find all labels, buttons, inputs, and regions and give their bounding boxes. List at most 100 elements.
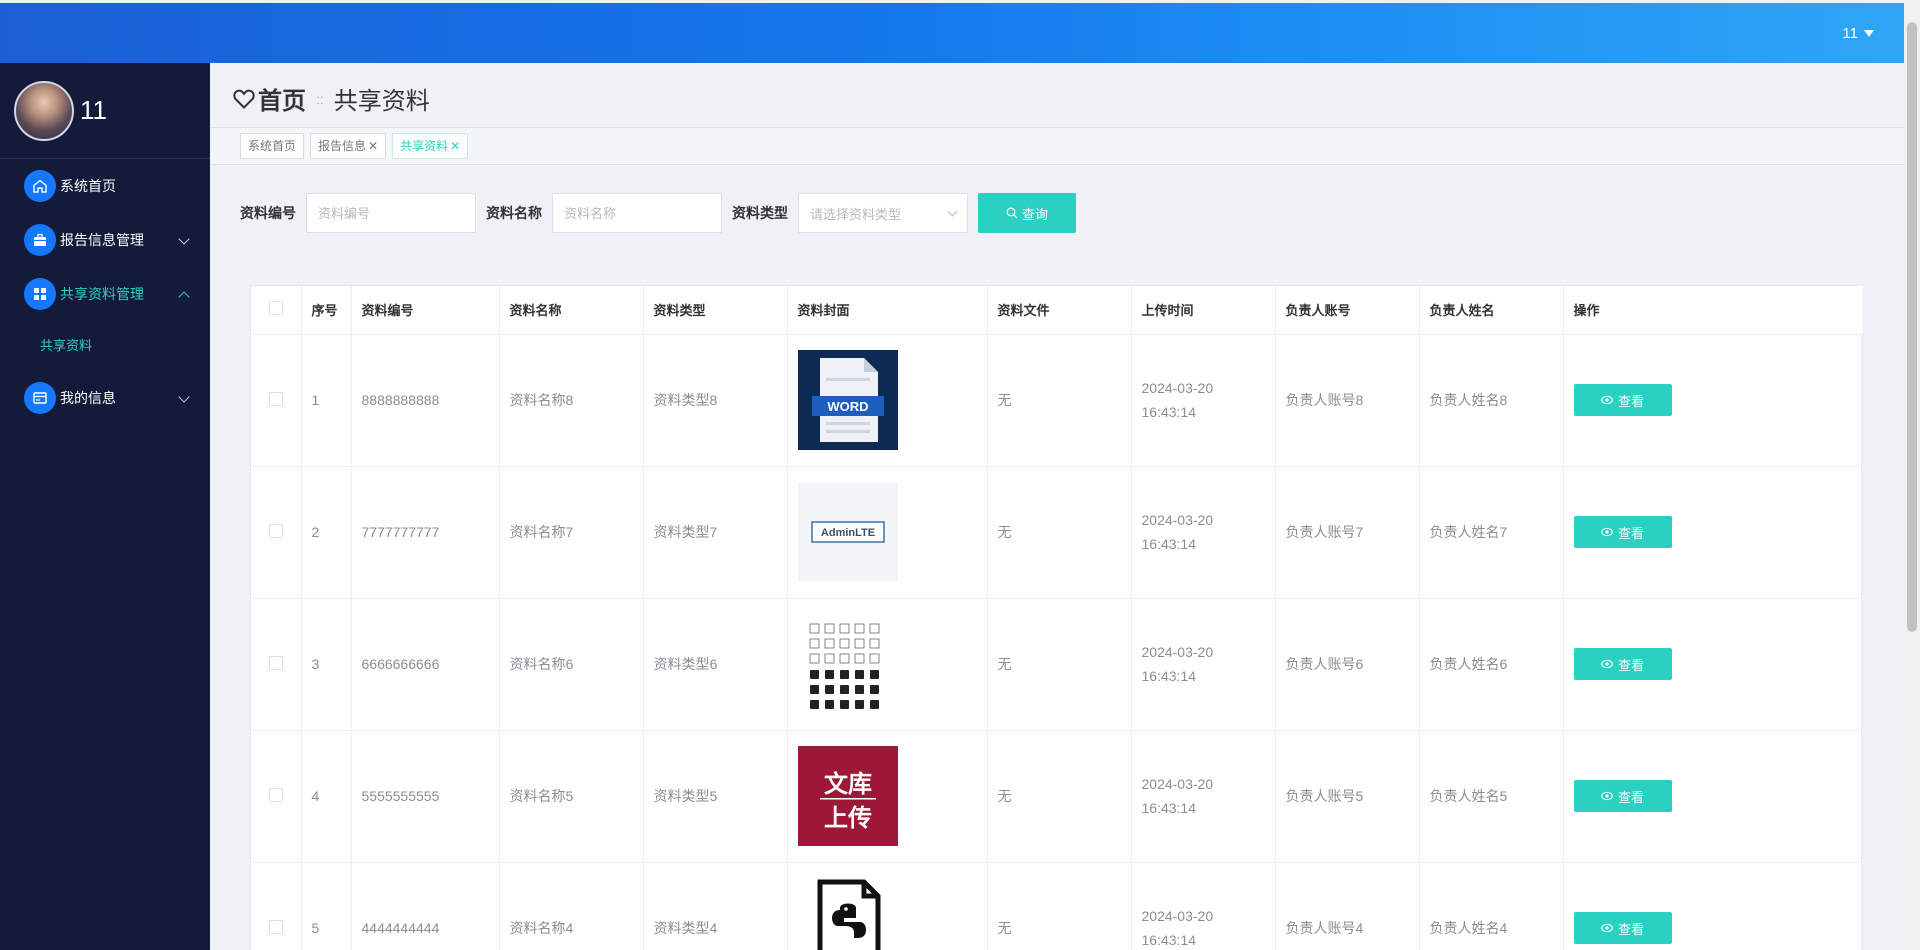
cell-file: 无 bbox=[987, 334, 1132, 467]
cell-file: 无 bbox=[987, 466, 1132, 599]
adminlte-cover-text: AdminLTE bbox=[820, 527, 874, 539]
page-scrollbar[interactable] bbox=[1904, 0, 1920, 950]
row-checkbox[interactable] bbox=[268, 523, 283, 538]
wenku-cover-image[interactable]: 文库 上传 bbox=[797, 746, 898, 846]
eye-icon bbox=[1601, 395, 1613, 405]
close-icon[interactable]: ✕ bbox=[450, 134, 460, 158]
cell-actions: 查看 bbox=[1563, 466, 1864, 599]
view-button-label: 查看 bbox=[1617, 657, 1644, 673]
chevron-down-icon bbox=[178, 233, 190, 245]
cell-time: 2024-03-20 16:43:14 bbox=[1131, 862, 1276, 950]
cell-time: 2024-03-20 16:43:14 bbox=[1131, 598, 1276, 731]
table-header-row: 序号 资料编号 资料名称 资料类型 资料封面 资料文件 上传时间 负责人账号 负… bbox=[251, 286, 1864, 335]
cell-file: 无 bbox=[987, 862, 1132, 950]
card-icon bbox=[24, 382, 56, 414]
header-cell: 资料名称 bbox=[499, 286, 644, 335]
cell-person: 负责人姓名8 bbox=[1419, 334, 1564, 467]
close-icon[interactable]: ✕ bbox=[368, 134, 378, 158]
cell-type: 资料类型8 bbox=[643, 334, 788, 467]
sidebar: 11 系统首页 报告信息管理 共享资料管理 共享资料 我的信息 bbox=[0, 63, 210, 950]
cell-no: 5 bbox=[301, 862, 352, 950]
view-button[interactable]: 查看 bbox=[1573, 648, 1672, 680]
wenku-cover-line2: 上传 bbox=[824, 804, 872, 832]
query-button[interactable]: 查询 bbox=[978, 193, 1076, 233]
header-cell: 资料封面 bbox=[787, 286, 988, 335]
cell-no: 2 bbox=[301, 466, 352, 599]
table-row: 5 4444444444 资料名称4 资料类型4 PY bbox=[251, 862, 1864, 950]
type-select[interactable]: 请选择资料类型 bbox=[798, 193, 968, 233]
row-checkbox[interactable] bbox=[268, 391, 283, 406]
sidebar-item-report[interactable]: 报告信息管理 bbox=[0, 213, 210, 267]
cell-cover: AdminLTE bbox=[787, 466, 988, 599]
name-input[interactable] bbox=[552, 193, 722, 233]
select-all-header bbox=[251, 286, 302, 335]
cell-name: 资料名称8 bbox=[499, 334, 644, 467]
view-button[interactable]: 查看 bbox=[1573, 780, 1672, 812]
cell-person: 负责人姓名5 bbox=[1419, 730, 1564, 863]
scrollbar-thumb[interactable] bbox=[1907, 22, 1917, 632]
row-checkbox[interactable] bbox=[268, 919, 283, 934]
media-icons-cover-image[interactable] bbox=[797, 614, 898, 714]
sidebar-item-home[interactable]: 系统首页 bbox=[0, 159, 210, 213]
header-cell: 资料文件 bbox=[987, 286, 1132, 335]
cell-account: 负责人账号5 bbox=[1275, 730, 1420, 863]
sidebar-subitem-shared[interactable]: 共享资料 bbox=[0, 321, 210, 371]
word-cover-text: WORD bbox=[827, 399, 868, 414]
tags-view: 系统首页 报告信息 ✕ 共享资料 ✕ bbox=[210, 127, 1904, 165]
chevron-up-icon bbox=[178, 291, 190, 303]
cell-person: 负责人姓名6 bbox=[1419, 598, 1564, 731]
cell-no: 3 bbox=[301, 598, 352, 731]
view-button[interactable]: 查看 bbox=[1573, 516, 1672, 548]
type-select-placeholder: 请选择资料类型 bbox=[810, 206, 902, 222]
tag-report[interactable]: 报告信息 ✕ bbox=[310, 133, 387, 159]
python-file-cover-image[interactable]: PY bbox=[797, 878, 898, 950]
briefcase-icon bbox=[24, 224, 56, 256]
label-type: 资料类型 bbox=[732, 205, 788, 221]
view-button[interactable]: 查看 bbox=[1573, 912, 1672, 944]
cell-account: 负责人账号4 bbox=[1275, 862, 1420, 950]
view-button-label: 查看 bbox=[1617, 789, 1644, 805]
wenku-cover-line1: 文库 bbox=[824, 770, 872, 798]
tag-home[interactable]: 系统首页 bbox=[240, 133, 305, 159]
cell-time: 2024-03-20 16:43:14 bbox=[1131, 334, 1276, 467]
search-form: 资料编号 资料名称 资料类型 请选择资料类型 查询 bbox=[240, 193, 1076, 233]
cell-cover: WORD bbox=[787, 334, 988, 467]
sidebar-item-my-info[interactable]: 我的信息 bbox=[0, 371, 210, 425]
row-select-cell bbox=[251, 730, 302, 863]
top-bar: 11 bbox=[0, 3, 1904, 63]
code-input[interactable] bbox=[306, 193, 476, 233]
view-button[interactable]: 查看 bbox=[1573, 384, 1672, 416]
grid-icon bbox=[24, 278, 56, 310]
sidebar-menu: 系统首页 报告信息管理 共享资料管理 共享资料 我的信息 bbox=[0, 159, 210, 425]
row-checkbox[interactable] bbox=[268, 655, 283, 670]
adminlte-cover-image[interactable]: AdminLTE bbox=[797, 482, 898, 582]
breadcrumb-home[interactable]: 首页 bbox=[258, 81, 306, 116]
cell-account: 负责人账号7 bbox=[1275, 466, 1420, 599]
cell-type: 资料类型7 bbox=[643, 466, 788, 599]
word-cover-image[interactable]: WORD bbox=[797, 350, 898, 450]
cell-cover: 文库 上传 bbox=[787, 730, 988, 863]
cell-cover: PY bbox=[787, 862, 988, 950]
tag-shared[interactable]: 共享资料 ✕ bbox=[392, 133, 469, 159]
cell-time: 2024-03-20 16:43:14 bbox=[1131, 730, 1276, 863]
cell-type: 资料类型6 bbox=[643, 598, 788, 731]
user-dropdown[interactable]: 11 bbox=[1842, 25, 1874, 42]
cell-code: 5555555555 bbox=[351, 730, 500, 863]
view-button-label: 查看 bbox=[1617, 921, 1644, 937]
chevron-down-icon bbox=[947, 206, 958, 216]
sidebar-item-shared[interactable]: 共享资料管理 bbox=[0, 267, 210, 321]
table-row: 4 5555555555 资料名称5 资料类型5 文库 上传 无 2024-03… bbox=[251, 730, 1864, 863]
cell-name: 资料名称7 bbox=[499, 466, 644, 599]
row-checkbox[interactable] bbox=[268, 787, 283, 802]
cell-file: 无 bbox=[987, 730, 1132, 863]
cell-cover bbox=[787, 598, 988, 731]
header-cell: 资料编号 bbox=[351, 286, 500, 335]
table-row: 2 7777777777 资料名称7 资料类型7 AdminLTE 无 2024… bbox=[251, 466, 1864, 599]
cell-person: 负责人姓名7 bbox=[1419, 466, 1564, 599]
home-icon bbox=[24, 170, 56, 202]
select-all-checkbox[interactable] bbox=[268, 301, 283, 316]
header-cell: 序号 bbox=[301, 286, 352, 335]
cell-code: 7777777777 bbox=[351, 466, 500, 599]
eye-icon bbox=[1601, 923, 1613, 933]
header-cell: 操作 bbox=[1563, 286, 1864, 335]
